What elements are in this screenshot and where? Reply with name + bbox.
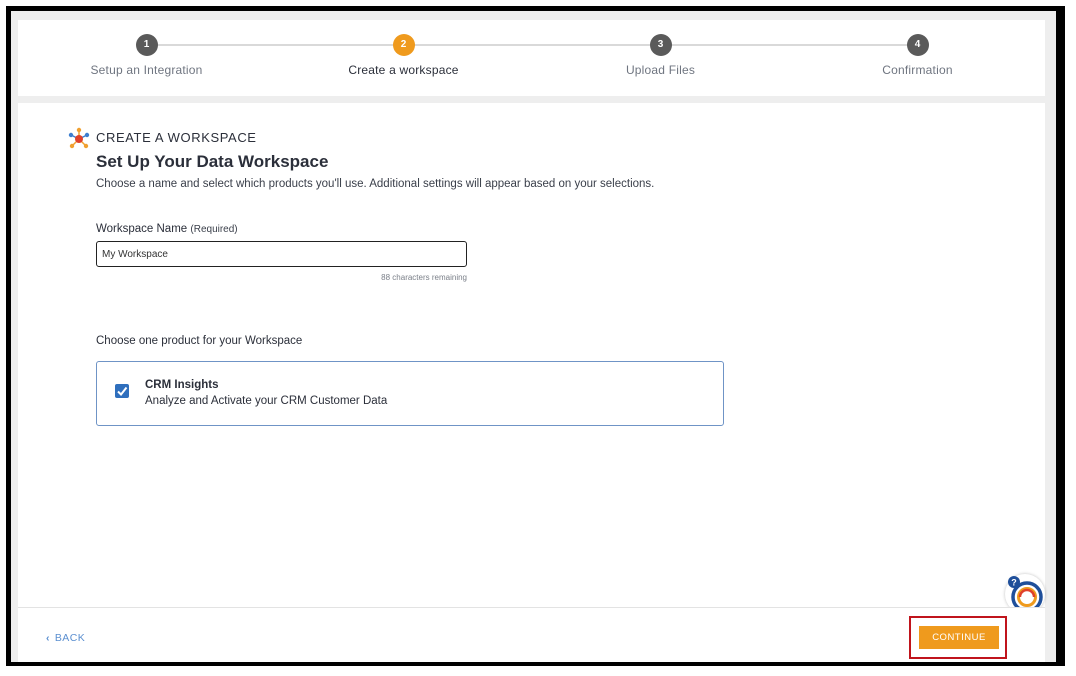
- back-button[interactable]: ‹ BACK: [46, 632, 85, 644]
- step-number: 2: [392, 34, 415, 56]
- product-description: Analyze and Activate your CRM Customer D…: [145, 395, 388, 407]
- step-create-workspace: 2 Create a workspace: [275, 20, 532, 77]
- step-number: 3: [649, 34, 672, 56]
- required-indicator: (Required): [190, 224, 238, 235]
- app-window: 1 Setup an Integration 2 Create a worksp…: [11, 11, 1056, 662]
- chevron-left-icon: ‹: [46, 632, 50, 644]
- step-label: Confirmation: [882, 63, 953, 77]
- workspace-name-input[interactable]: [96, 241, 467, 267]
- progress-stepper: 1 Setup an Integration 2 Create a worksp…: [18, 20, 1045, 96]
- back-label: BACK: [54, 632, 86, 644]
- create-workspace-panel: CREATE A WORKSPACE Set Up Your Data Work…: [18, 103, 1045, 623]
- step-label: Setup an Integration: [90, 63, 203, 77]
- page-subtitle: Choose a name and select which products …: [96, 178, 655, 190]
- product-section-label: Choose one product for your Workspace: [96, 335, 303, 347]
- workspace-name-label: Workspace Name (Required): [96, 223, 238, 235]
- footer-bar: ‹ BACK CONTINUE: [18, 607, 1045, 662]
- product-checkbox[interactable]: [115, 384, 129, 398]
- workspace-logo-icon: [67, 127, 91, 151]
- product-name: CRM Insights: [145, 379, 219, 391]
- step-label: Upload Files: [625, 63, 696, 77]
- svg-text:?: ?: [1011, 578, 1017, 588]
- step-confirmation: 4 Confirmation: [789, 20, 1046, 77]
- continue-button[interactable]: CONTINUE: [919, 626, 999, 649]
- step-upload-files: 3 Upload Files: [532, 20, 789, 77]
- section-kicker: CREATE A WORKSPACE: [96, 130, 257, 145]
- workspace-name-label-text: Workspace Name: [96, 223, 188, 235]
- product-card-crm-insights[interactable]: CRM Insights Analyze and Activate your C…: [96, 361, 724, 426]
- step-label: Create a workspace: [348, 63, 459, 77]
- continue-highlight-box: CONTINUE: [909, 616, 1007, 659]
- step-number: 1: [135, 34, 158, 56]
- page-title: Set Up Your Data Workspace: [96, 152, 329, 171]
- checkmark-icon: [117, 386, 128, 397]
- characters-remaining: 88 characters remaining: [381, 273, 467, 282]
- step-setup-integration: 1 Setup an Integration: [18, 20, 275, 77]
- step-number: 4: [906, 34, 929, 56]
